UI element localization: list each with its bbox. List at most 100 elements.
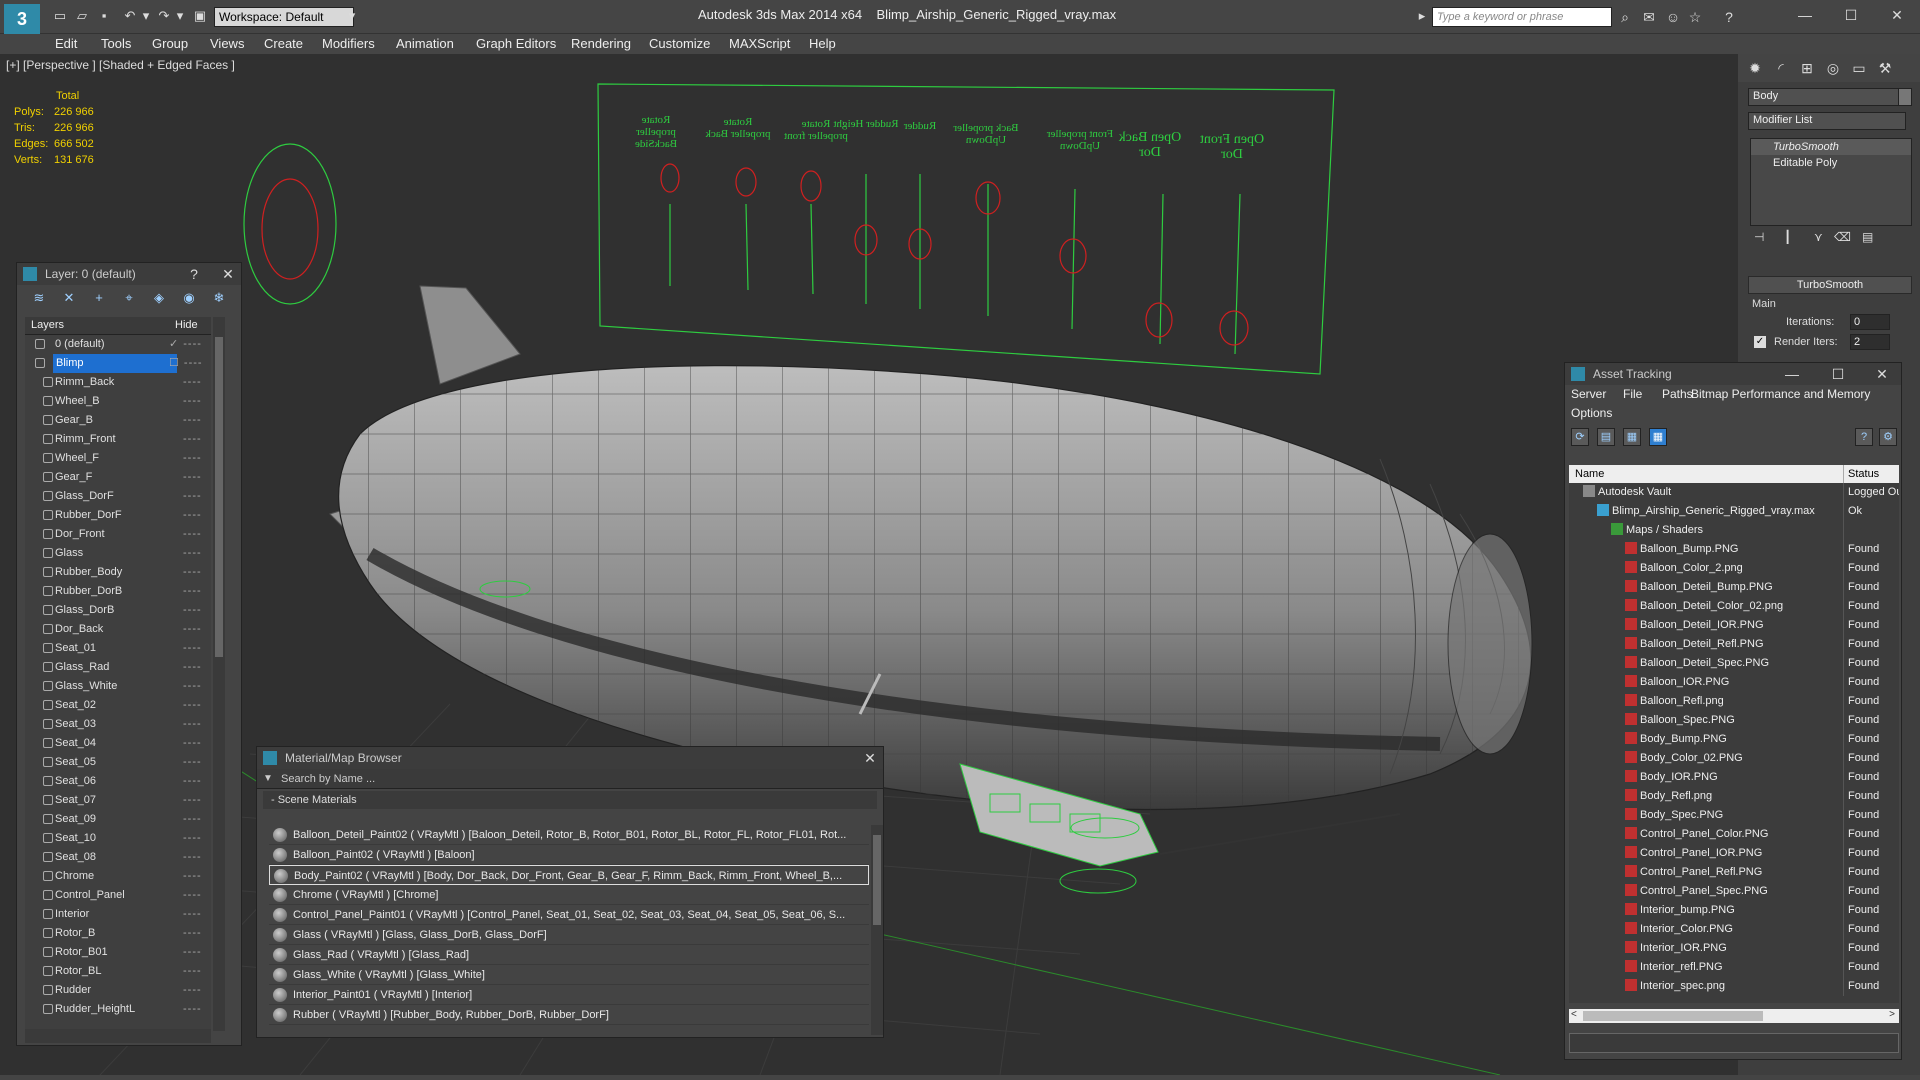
hide-toggle[interactable]: ---- [183,487,202,506]
hide-toggle[interactable]: ---- [183,658,202,677]
hide-all-icon[interactable]: ◉ [179,289,199,307]
new-file-icon[interactable]: ▭ [52,8,68,24]
hide-toggle[interactable]: ---- [183,715,202,734]
asset-tracking-title[interactable]: Asset Tracking — ☐ ✕ [1565,363,1901,385]
configure-sets-icon[interactable]: ▤ [1862,230,1873,244]
asset-row[interactable]: Balloon_Spec.PNG Found [1569,711,1899,730]
layer-row[interactable]: Seat_10 ---- [25,829,211,848]
asset-row[interactable]: Control_Panel_IOR.PNG Found [1569,844,1899,863]
asset-row[interactable]: Balloon_IOR.PNG Found [1569,673,1899,692]
asset-row[interactable]: Balloon_Deteil_Spec.PNG Found [1569,654,1899,673]
layers-icon[interactable]: ≋ [29,289,49,307]
layer-row[interactable]: Dor_Front ---- [25,525,211,544]
motion-tab-icon[interactable]: ◎ [1822,58,1844,78]
binoculars-icon[interactable]: ⌕ [1616,8,1634,26]
material-item[interactable]: Interior_Paint01 ( VRayMtl ) [Interior] [269,985,869,1005]
hide-toggle[interactable]: ---- [183,582,202,601]
menu-group[interactable]: Group [152,34,188,54]
layer-row[interactable]: Rudder ---- [25,981,211,1000]
hide-toggle[interactable]: ---- [183,544,202,563]
material-item[interactable]: Control_Panel_Paint01 ( VRayMtl ) [Contr… [269,905,869,925]
asset-menu-paths[interactable]: Paths [1662,387,1693,401]
hide-toggle[interactable]: ---- [183,943,202,962]
material-scrollbar[interactable] [871,825,883,1035]
hide-toggle[interactable]: ---- [183,525,202,544]
create-tab-icon[interactable]: ✹ [1744,58,1766,78]
col-layers[interactable]: Layers [31,319,64,331]
remove-modifier-icon[interactable]: ⌫ [1834,230,1851,244]
hide-toggle[interactable]: ---- [183,620,202,639]
communication-center-icon[interactable]: ✉ [1640,8,1658,26]
hide-toggle[interactable]: ✓ ---- [169,335,202,354]
modifier-list-dropdown[interactable]: Modifier List [1748,112,1906,130]
material-item[interactable]: Glass_Rad ( VRayMtl ) [Glass_Rad] [269,945,869,965]
menu-maxscript[interactable]: MAXScript [729,34,790,54]
asset-minimize-button[interactable]: — [1781,363,1803,385]
details-view-icon[interactable]: ▦ [1623,428,1641,446]
save-file-icon[interactable]: ▪ [96,8,112,24]
highlight-layer-icon[interactable]: ◈ [149,289,169,307]
hide-toggle[interactable]: ---- [183,468,202,487]
scene-materials-group[interactable]: - Scene Materials [263,791,877,809]
layer-row[interactable]: Seat_09 ---- [25,810,211,829]
asset-row[interactable]: Balloon_Deteil_Refl.PNG Found [1569,635,1899,654]
material-item[interactable]: Balloon_Deteil_Paint02 ( VRayMtl ) [Balo… [269,825,869,845]
layer-row[interactable]: Wheel_B ---- [25,392,211,411]
menu-edit[interactable]: Edit [55,34,77,54]
layer-row[interactable]: Dor_Back ---- [25,620,211,639]
viewport-label[interactable]: [+] [Perspective ] [Shaded + Edged Faces… [6,58,235,72]
col-status[interactable]: Status [1843,465,1879,483]
show-end-result-icon[interactable]: ┃ [1784,230,1791,244]
menu-modifiers[interactable]: Modifiers [322,34,375,54]
menu-customize[interactable]: Customize [649,34,710,54]
asset-row[interactable]: Balloon_Deteil_Bump.PNG Found [1569,578,1899,597]
layer-row[interactable]: Blimp ☐ ---- [25,354,211,373]
freeze-all-icon[interactable]: ❄ [209,289,229,307]
hide-toggle[interactable]: ---- [183,981,202,1000]
hide-toggle[interactable]: ---- [183,905,202,924]
layer-row[interactable]: Chrome ---- [25,867,211,886]
pin-stack-icon[interactable]: ⊣ [1754,230,1764,244]
material-item[interactable]: Glass ( VRayMtl ) [Glass, Glass_DorB, Gl… [269,925,869,945]
asset-row[interactable]: Interior_IOR.PNG Found [1569,939,1899,958]
layer-scrollbar[interactable] [213,317,225,1031]
layer-hscrollbar[interactable] [25,1029,211,1043]
asset-row[interactable]: Body_Spec.PNG Found [1569,806,1899,825]
hide-toggle[interactable]: ---- [183,791,202,810]
hide-toggle[interactable]: ---- [183,696,202,715]
hide-toggle[interactable]: ---- [183,677,202,696]
material-item[interactable]: Balloon_Paint02 ( VRayMtl ) [Baloon] [269,845,869,865]
layer-row[interactable]: Interior ---- [25,905,211,924]
asset-row[interactable]: Blimp_Airship_Generic_Rigged_vray.max Ok [1569,502,1899,521]
hide-toggle[interactable]: ---- [183,430,202,449]
layer-row[interactable]: Wheel_F ---- [25,449,211,468]
layer-row[interactable]: Rotor_BL ---- [25,962,211,981]
iterations-spinner[interactable]: 0 [1850,314,1890,330]
open-file-icon[interactable]: ▱ [74,8,90,24]
undo-dropdown-icon[interactable]: ▾ [138,8,154,24]
hide-toggle[interactable]: ---- [183,962,202,981]
hide-toggle[interactable]: ---- [183,563,202,582]
search-expand-icon[interactable]: ▸ [1414,8,1430,24]
menu-rendering[interactable]: Rendering [571,34,631,54]
render-iters-checkbox[interactable]: ✓ [1754,336,1766,348]
asset-close-button[interactable]: ✕ [1871,363,1893,385]
hide-toggle[interactable]: ---- [183,1000,202,1019]
material-item[interactable]: Chrome ( VRayMtl ) [Chrome] [269,885,869,905]
asset-row[interactable]: Interior_Color.PNG Found [1569,920,1899,939]
add-layer-icon[interactable]: + [89,289,109,307]
asset-row[interactable]: Interior_spec.png Found [1569,977,1899,996]
asset-maximize-button[interactable]: ☐ [1827,363,1849,385]
user-icon[interactable]: ☺ [1664,8,1682,26]
layer-row[interactable]: 0 (default) ✓ ---- [25,335,211,354]
asset-menu-options[interactable]: Options [1571,406,1612,420]
material-search-input[interactable]: ▼ Search by Name ... [257,769,883,789]
hide-toggle[interactable]: ---- [183,639,202,658]
display-tab-icon[interactable]: ▭ [1848,58,1870,78]
layer-row[interactable]: Seat_05 ---- [25,753,211,772]
hide-toggle[interactable]: ---- [183,449,202,468]
table-view-icon[interactable]: ▦ [1649,428,1667,446]
layer-row[interactable]: Rotor_B01 ---- [25,943,211,962]
asset-menu-server[interactable]: Server [1571,387,1606,401]
asset-row[interactable]: Maps / Shaders [1569,521,1899,540]
